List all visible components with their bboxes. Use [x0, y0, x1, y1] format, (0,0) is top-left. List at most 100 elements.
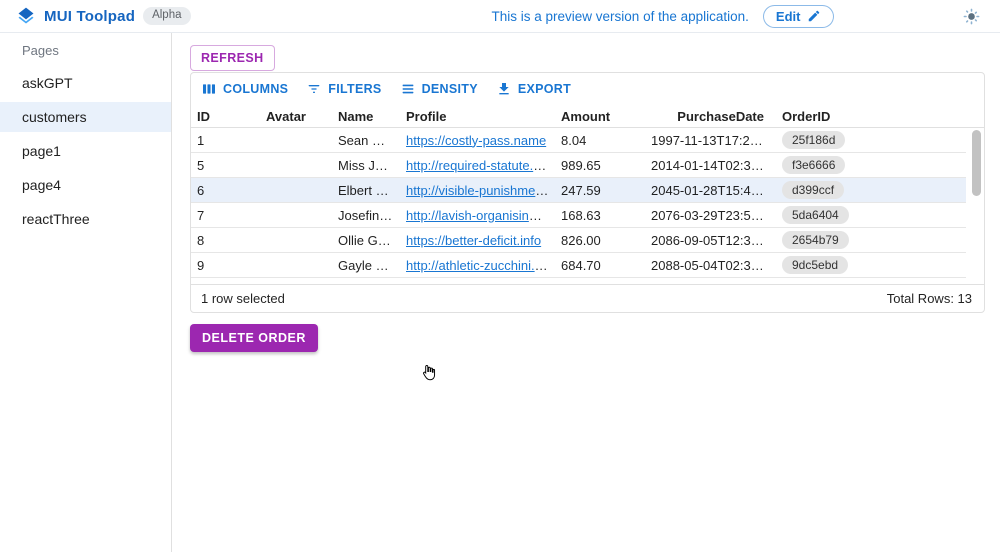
cell-name: Ollie Green…	[332, 233, 400, 248]
column-header-id[interactable]: ID	[191, 109, 260, 124]
cell-purchasedate: 1997-11-13T17:24:11.769Z	[645, 133, 770, 148]
theme-toggle-button[interactable]	[954, 7, 988, 26]
order-id-chip: 5da6404	[782, 206, 849, 224]
sidebar-item[interactable]: page1	[0, 136, 171, 166]
density-button-label: DENSITY	[422, 82, 478, 96]
grid-rows: 1 Sean Harris https://costly-pass.name 8…	[191, 128, 984, 284]
sidebar-item-label: page1	[22, 143, 61, 159]
order-id-chip: 2654b79	[782, 231, 849, 249]
grid-footer: 1 row selected Total Rows: 13	[191, 284, 984, 312]
sidebar-item[interactable]: page4	[0, 170, 171, 200]
sidebar-item-label: reactThree	[22, 211, 90, 227]
table-row[interactable]: 7 Josefina P… http://lavish-organising.n…	[191, 203, 966, 228]
sidebar-section-label: Pages	[0, 41, 171, 68]
profile-link[interactable]: http://visible-punishment.net	[406, 183, 555, 198]
mouse-cursor-icon	[420, 363, 438, 383]
filters-button[interactable]: FILTERS	[300, 77, 387, 101]
edit-button[interactable]: Edit	[763, 5, 835, 28]
cell-amount: 8.04	[555, 133, 645, 148]
cell-name: Elbert McL…	[332, 183, 400, 198]
delete-order-button[interactable]: DELETE ORDER	[190, 324, 318, 352]
filters-button-label: FILTERS	[328, 82, 381, 96]
column-header-purchasedate[interactable]: PurchaseDate	[645, 109, 770, 124]
cell-purchasedate: 2014-01-14T02:37:28.536Z	[645, 158, 770, 173]
profile-link[interactable]: http://athletic-zucchini.org	[406, 258, 553, 273]
profile-link[interactable]: http://lavish-organising.name	[406, 208, 555, 223]
cell-name: Josefina P…	[332, 208, 400, 223]
order-id-chip: 9dc5ebd	[782, 256, 848, 274]
toolpad-logo-icon	[16, 6, 36, 26]
table-row[interactable]: 9 Gayle Den… http://athletic-zucchini.or…	[191, 253, 966, 278]
app-title: MUI Toolpad	[44, 8, 135, 25]
sidebar-item-label: page4	[22, 177, 61, 193]
cell-orderid: d399ccf	[770, 181, 910, 199]
cell-id: 6	[191, 183, 260, 198]
download-icon	[496, 81, 512, 97]
cell-amount: 168.63	[555, 208, 645, 223]
table-row[interactable]: 1 Sean Harris https://costly-pass.name 8…	[191, 128, 966, 153]
sidebar-item-label: askGPT	[22, 75, 73, 91]
columns-icon	[201, 81, 217, 97]
cell-profile: http://visible-punishment.net	[400, 183, 555, 198]
cell-orderid: 9dc5ebd	[770, 256, 910, 274]
cell-id: 5	[191, 158, 260, 173]
grid-viewport: ID Avatar Name Profile Amount PurchaseDa…	[191, 105, 984, 284]
profile-link[interactable]: https://costly-pass.name	[406, 133, 546, 148]
cell-profile: http://lavish-organising.name	[400, 208, 555, 223]
export-button-label: EXPORT	[518, 82, 571, 96]
sidebar-item-label: customers	[22, 109, 87, 125]
density-icon	[400, 81, 416, 97]
cell-id: 9	[191, 258, 260, 273]
column-header-profile[interactable]: Profile	[400, 109, 555, 124]
alpha-badge: Alpha	[143, 7, 190, 25]
export-button[interactable]: EXPORT	[490, 77, 577, 101]
profile-link[interactable]: https://better-deficit.info	[406, 233, 541, 248]
column-header-avatar[interactable]: Avatar	[260, 109, 332, 124]
density-button[interactable]: DENSITY	[394, 77, 484, 101]
filter-icon	[306, 81, 322, 97]
grid-header-row: ID Avatar Name Profile Amount PurchaseDa…	[191, 105, 984, 128]
data-grid: COLUMNS FILTERS DE	[190, 72, 985, 313]
cell-orderid: 2654b79	[770, 231, 910, 249]
vertical-scrollbar-thumb[interactable]	[972, 130, 981, 196]
cell-purchasedate: 2045-01-28T15:40:06.325Z	[645, 183, 770, 198]
table-row[interactable]: 5 Miss Juan … http://required-statute.or…	[191, 153, 966, 178]
cell-orderid: 5da6404	[770, 206, 910, 224]
cell-name: Miss Juan …	[332, 158, 400, 173]
cell-amount: 684.70	[555, 258, 645, 273]
order-id-chip: d399ccf	[782, 181, 844, 199]
total-rows-label: Total Rows: 13	[887, 291, 972, 306]
column-header-orderid[interactable]: OrderID	[770, 109, 910, 124]
cell-amount: 247.59	[555, 183, 645, 198]
cell-name: Gayle Den…	[332, 258, 400, 273]
grid-toolbar: COLUMNS FILTERS DE	[191, 73, 984, 105]
cell-purchasedate: 2076-03-29T23:51:07.968Z	[645, 208, 770, 223]
column-header-name[interactable]: Name	[332, 109, 400, 124]
cell-profile: https://better-deficit.info	[400, 233, 555, 248]
cell-profile: https://costly-pass.name	[400, 133, 555, 148]
preview-banner: This is a preview version of the applica…	[372, 5, 954, 28]
app-bar: MUI Toolpad Alpha This is a preview vers…	[0, 0, 1000, 33]
cell-id: 8	[191, 233, 260, 248]
sidebar: Pages askGPT customers page1 page4 react…	[0, 33, 172, 552]
app-root: MUI Toolpad Alpha This is a preview vers…	[0, 0, 1000, 552]
preview-notice-text: This is a preview version of the applica…	[492, 9, 749, 24]
cell-purchasedate: 2086-09-05T12:37:27.015Z	[645, 233, 770, 248]
table-row[interactable]: 8 Ollie Green… https://better-deficit.in…	[191, 228, 966, 253]
profile-link[interactable]: http://required-statute.org	[406, 158, 552, 173]
cell-profile: http://required-statute.org	[400, 158, 555, 173]
cell-id: 1	[191, 133, 260, 148]
cell-purchasedate: 2088-05-04T02:31:03.294Z	[645, 258, 770, 273]
columns-button[interactable]: COLUMNS	[195, 77, 294, 101]
table-row[interactable]: 6 Elbert McL… http://visible-punishment.…	[191, 178, 966, 203]
cell-profile: http://athletic-zucchini.org	[400, 258, 555, 273]
columns-button-label: COLUMNS	[223, 82, 288, 96]
cell-name: Sean Harris	[332, 133, 400, 148]
refresh-button[interactable]: REFRESH	[190, 45, 275, 71]
selection-status: 1 row selected	[201, 291, 285, 306]
sidebar-item[interactable]: reactThree	[0, 204, 171, 234]
sidebar-item[interactable]: askGPT	[0, 68, 171, 98]
sidebar-item[interactable]: customers	[0, 102, 171, 132]
app-bar-brand: MUI Toolpad Alpha	[12, 6, 372, 26]
column-header-amount[interactable]: Amount	[555, 109, 645, 124]
